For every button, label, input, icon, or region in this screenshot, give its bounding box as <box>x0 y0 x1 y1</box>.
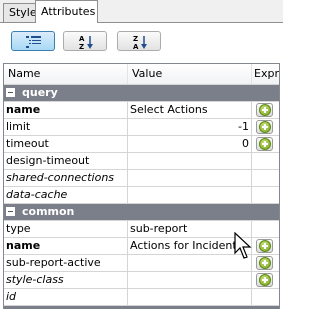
table-row[interactable]: name Select Actions <box>4 102 279 119</box>
attribute-name: design-timeout <box>4 153 128 169</box>
attribute-value[interactable] <box>128 272 252 288</box>
sort-z-a-icon: Z A <box>133 35 147 50</box>
add-expression-button[interactable] <box>256 120 273 134</box>
column-header-expr[interactable]: Expr <box>252 64 279 84</box>
table-row[interactable]: id <box>4 289 279 306</box>
table-row[interactable]: limit -1 <box>4 119 279 136</box>
attribute-value[interactable] <box>128 187 252 203</box>
plus-icon <box>259 121 271 133</box>
plus-icon <box>259 240 271 252</box>
expr-cell <box>252 238 279 254</box>
table-row[interactable]: timeout 0 <box>4 136 279 153</box>
mouse-cursor-icon <box>234 232 252 259</box>
expr-cell <box>252 255 279 271</box>
collapse-icon[interactable] <box>6 207 15 216</box>
add-expression-button[interactable] <box>256 256 273 270</box>
attribute-name: sub-report-active <box>4 255 128 271</box>
section-title: common <box>22 205 75 218</box>
table-row[interactable]: data-cache <box>4 187 279 204</box>
tab-style[interactable]: Style <box>3 3 37 22</box>
plus-icon <box>259 138 271 150</box>
attribute-name: type <box>4 221 128 237</box>
plus-icon <box>259 257 271 269</box>
table-row[interactable]: design-timeout <box>4 153 279 170</box>
expr-cell <box>252 289 279 305</box>
plus-icon <box>259 274 271 286</box>
expr-cell <box>252 136 279 152</box>
categorized-view-icon <box>26 36 41 48</box>
attribute-name: name <box>4 102 128 118</box>
attribute-name: limit <box>4 119 128 135</box>
tab-attributes[interactable]: Attributes <box>35 0 98 23</box>
table-body: query name Select Actions limit -1 timeout 0 de… <box>4 85 279 309</box>
sort-ascending-button[interactable]: A Z <box>63 31 107 51</box>
expr-cell <box>252 221 279 237</box>
add-expression-button[interactable] <box>256 103 273 117</box>
attribute-value[interactable]: 0 <box>128 136 252 152</box>
column-header-name[interactable]: Name <box>4 64 128 84</box>
sort-a-z-bottom-letter: Z <box>79 43 84 50</box>
attribute-value[interactable] <box>128 153 252 169</box>
attribute-name: style-class <box>4 272 128 288</box>
sort-a-z-icon: A Z <box>79 35 93 50</box>
attribute-value[interactable]: -1 <box>128 119 252 135</box>
attribute-value[interactable]: Select Actions <box>128 102 252 118</box>
section-title: query <box>22 86 58 99</box>
plus-icon <box>259 104 271 116</box>
attribute-value[interactable] <box>128 289 252 305</box>
tab-bar: Style Attributes <box>0 0 283 23</box>
categorized-view-button[interactable] <box>11 31 55 51</box>
attribute-name: id <box>4 289 128 305</box>
attribute-name: name <box>4 238 128 254</box>
attribute-name: timeout <box>4 136 128 152</box>
table-header: Name Value Expr <box>4 64 279 85</box>
sort-a-z-top-letter: A <box>79 35 85 43</box>
add-expression-button[interactable] <box>256 137 273 151</box>
section-header-0[interactable]: query <box>4 85 279 102</box>
attribute-value[interactable] <box>128 170 252 186</box>
sort-z-a-top-letter: Z <box>133 35 138 43</box>
attributes-table: Name Value Expr query name Select Actions l… <box>3 63 280 309</box>
expr-cell <box>252 153 279 169</box>
expr-cell <box>252 102 279 118</box>
expr-cell <box>252 187 279 203</box>
add-expression-button[interactable] <box>256 239 273 253</box>
section-header-1[interactable]: common <box>4 204 279 221</box>
expr-cell <box>252 119 279 135</box>
add-expression-button[interactable] <box>256 273 273 287</box>
attribute-name: data-cache <box>4 187 128 203</box>
table-row[interactable]: shared-connections <box>4 170 279 187</box>
collapse-icon[interactable] <box>6 88 15 97</box>
column-header-value[interactable]: Value <box>128 64 252 84</box>
table-row[interactable]: style-class <box>4 272 279 289</box>
attribute-name: shared-connections <box>4 170 128 186</box>
expr-cell <box>252 170 279 186</box>
sort-z-a-bottom-letter: A <box>133 43 139 50</box>
toolbar: A Z Z A <box>0 23 283 59</box>
sort-descending-button[interactable]: Z A <box>117 31 161 51</box>
expr-cell <box>252 272 279 288</box>
